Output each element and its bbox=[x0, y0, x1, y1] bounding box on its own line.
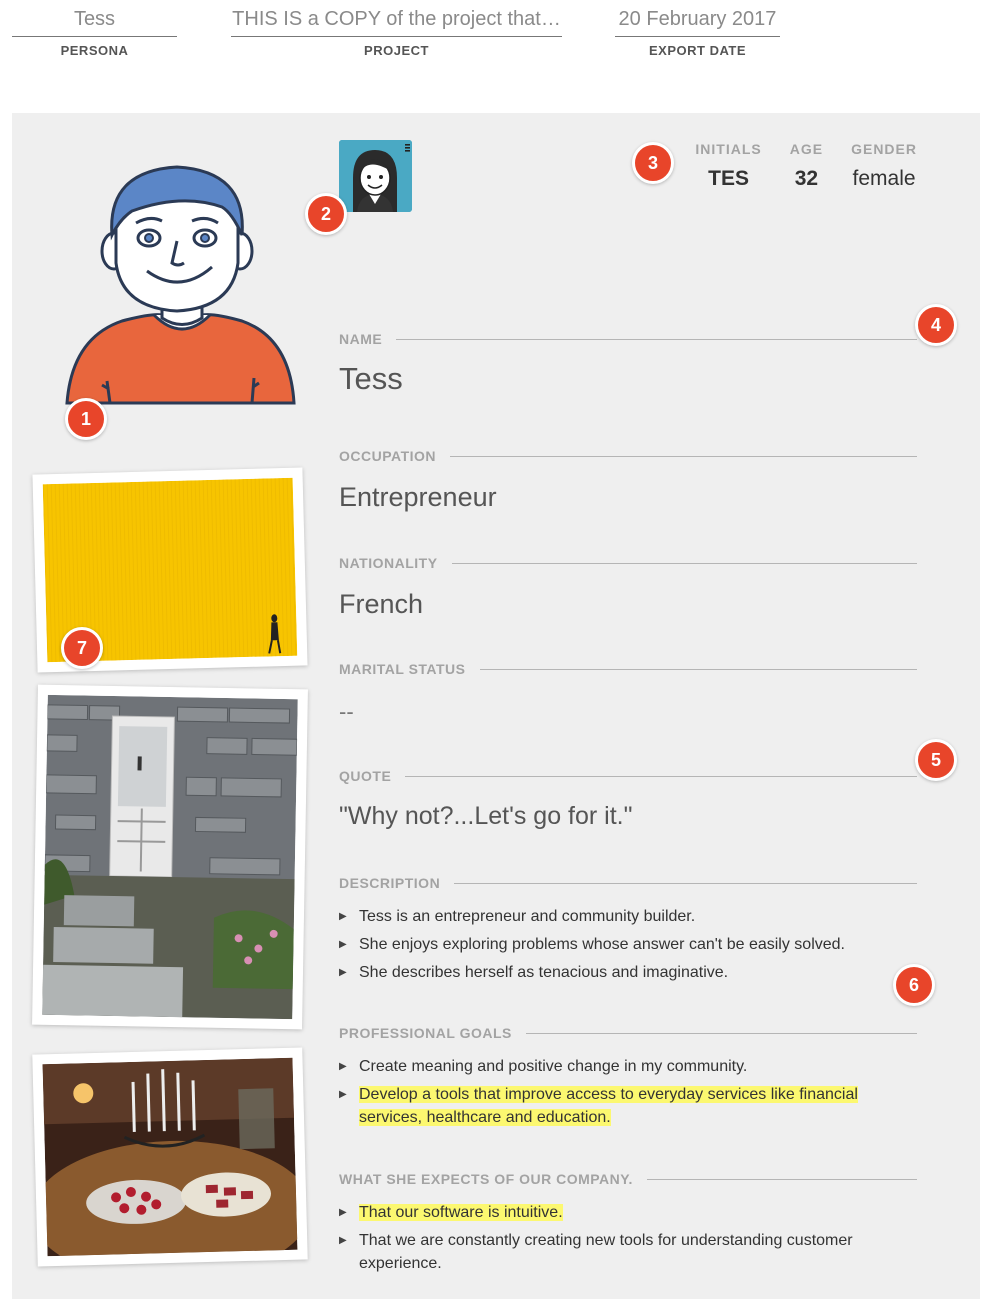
divider bbox=[454, 882, 917, 884]
section-expectations: WHAT SHE EXPECTS OF OUR COMPANY. That ou… bbox=[339, 1171, 917, 1280]
section-occupation: OCCUPATION Entrepreneur bbox=[339, 448, 917, 513]
photo-dessert-table[interactable] bbox=[32, 1047, 308, 1267]
export-date-field: 20 February 2017 EXPORT DATE bbox=[615, 8, 780, 58]
stat-age-value[interactable]: 32 bbox=[790, 167, 823, 191]
female-avatar-icon[interactable] bbox=[339, 140, 412, 212]
highlighted-text: That our software is intuitive. bbox=[359, 1204, 563, 1221]
badge-1[interactable]: 1 bbox=[65, 398, 107, 440]
list-item[interactable]: She enjoys exploring problems whose answ… bbox=[339, 933, 917, 956]
divider bbox=[646, 1178, 917, 1180]
persona-label: PERSONA bbox=[60, 43, 129, 58]
name-value[interactable]: Tess bbox=[339, 361, 917, 397]
stat-gender-value[interactable]: female bbox=[851, 167, 917, 191]
persona-stats: INITIALS TES AGE 32 GENDER female bbox=[695, 141, 917, 191]
professional-goals-label: PROFESSIONAL GOALS bbox=[339, 1025, 512, 1041]
list-item[interactable]: Develop a tools that improve access to e… bbox=[339, 1083, 917, 1129]
divider bbox=[450, 455, 917, 457]
stat-gender: GENDER female bbox=[851, 141, 917, 191]
stat-age: AGE 32 bbox=[790, 141, 823, 191]
quote-value[interactable]: "Why not?...Let's go for it." bbox=[339, 802, 917, 831]
professional-goals-list: Create meaning and positive change in my… bbox=[339, 1055, 917, 1129]
list-item[interactable]: That we are constantly creating new tool… bbox=[339, 1229, 917, 1275]
stat-initials-label: INITIALS bbox=[695, 141, 762, 157]
stat-initials: INITIALS TES bbox=[695, 141, 761, 191]
badge-5[interactable]: 5 bbox=[915, 739, 957, 781]
divider bbox=[405, 775, 917, 777]
divider bbox=[451, 562, 917, 564]
persona-field: Tess PERSONA bbox=[12, 8, 177, 58]
badge-3[interactable]: 3 bbox=[632, 142, 674, 184]
section-name: NAME Tess bbox=[339, 331, 917, 397]
occupation-label: OCCUPATION bbox=[339, 448, 437, 464]
stat-gender-label: GENDER bbox=[851, 141, 917, 157]
section-marital-status: MARITAL STATUS -- bbox=[339, 661, 917, 725]
expectations-list: That our software is intuitive. That we … bbox=[339, 1201, 917, 1275]
occupation-value[interactable]: Entrepreneur bbox=[339, 482, 917, 513]
quote-label: QUOTE bbox=[339, 768, 392, 784]
nationality-value[interactable]: French bbox=[339, 589, 917, 620]
list-item[interactable]: She describes herself as tenacious and i… bbox=[339, 961, 917, 984]
badge-7[interactable]: 7 bbox=[61, 627, 103, 669]
highlighted-text: Develop a tools that improve access to e… bbox=[359, 1086, 858, 1126]
persona-value[interactable]: Tess bbox=[12, 8, 177, 37]
description-label: DESCRIPTION bbox=[339, 875, 441, 891]
list-item[interactable]: Tess is an entrepreneur and community bu… bbox=[339, 905, 917, 928]
badge-2[interactable]: 2 bbox=[305, 193, 347, 235]
project-field: THIS IS a COPY of the project that… PROJ… bbox=[231, 8, 562, 58]
persona-avatar-icon[interactable] bbox=[62, 163, 302, 413]
marital-status-label: MARITAL STATUS bbox=[339, 661, 466, 677]
badge-4[interactable]: 4 bbox=[915, 304, 957, 346]
divider bbox=[479, 668, 917, 670]
stat-initials-value[interactable]: TES bbox=[695, 167, 761, 191]
name-label: NAME bbox=[339, 331, 383, 347]
section-description: DESCRIPTION Tess is an entrepreneur and … bbox=[339, 875, 917, 989]
section-quote: QUOTE "Why not?...Let's go for it." bbox=[339, 768, 917, 831]
description-list: Tess is an entrepreneur and community bu… bbox=[339, 905, 917, 984]
export-date-label: EXPORT DATE bbox=[649, 43, 746, 58]
section-nationality: NATIONALITY French bbox=[339, 555, 917, 620]
project-value[interactable]: THIS IS a COPY of the project that… bbox=[231, 8, 562, 37]
badge-6[interactable]: 6 bbox=[893, 964, 935, 1006]
marital-status-value[interactable]: -- bbox=[339, 699, 917, 725]
list-item[interactable]: Create meaning and positive change in my… bbox=[339, 1055, 917, 1078]
photo-stone-house[interactable] bbox=[32, 684, 308, 1030]
divider bbox=[396, 338, 917, 340]
divider bbox=[525, 1032, 917, 1034]
project-label: PROJECT bbox=[364, 43, 429, 58]
nationality-label: NATIONALITY bbox=[339, 555, 438, 571]
list-item[interactable]: That our software is intuitive. bbox=[339, 1201, 917, 1224]
section-professional-goals: PROFESSIONAL GOALS Create meaning and po… bbox=[339, 1025, 917, 1134]
export-date-value[interactable]: 20 February 2017 bbox=[615, 8, 780, 37]
persona-card: INITIALS TES AGE 32 GENDER female NAME T… bbox=[12, 113, 980, 1299]
stat-age-label: AGE bbox=[789, 141, 824, 157]
expectations-label: WHAT SHE EXPECTS OF OUR COMPANY. bbox=[339, 1171, 633, 1187]
